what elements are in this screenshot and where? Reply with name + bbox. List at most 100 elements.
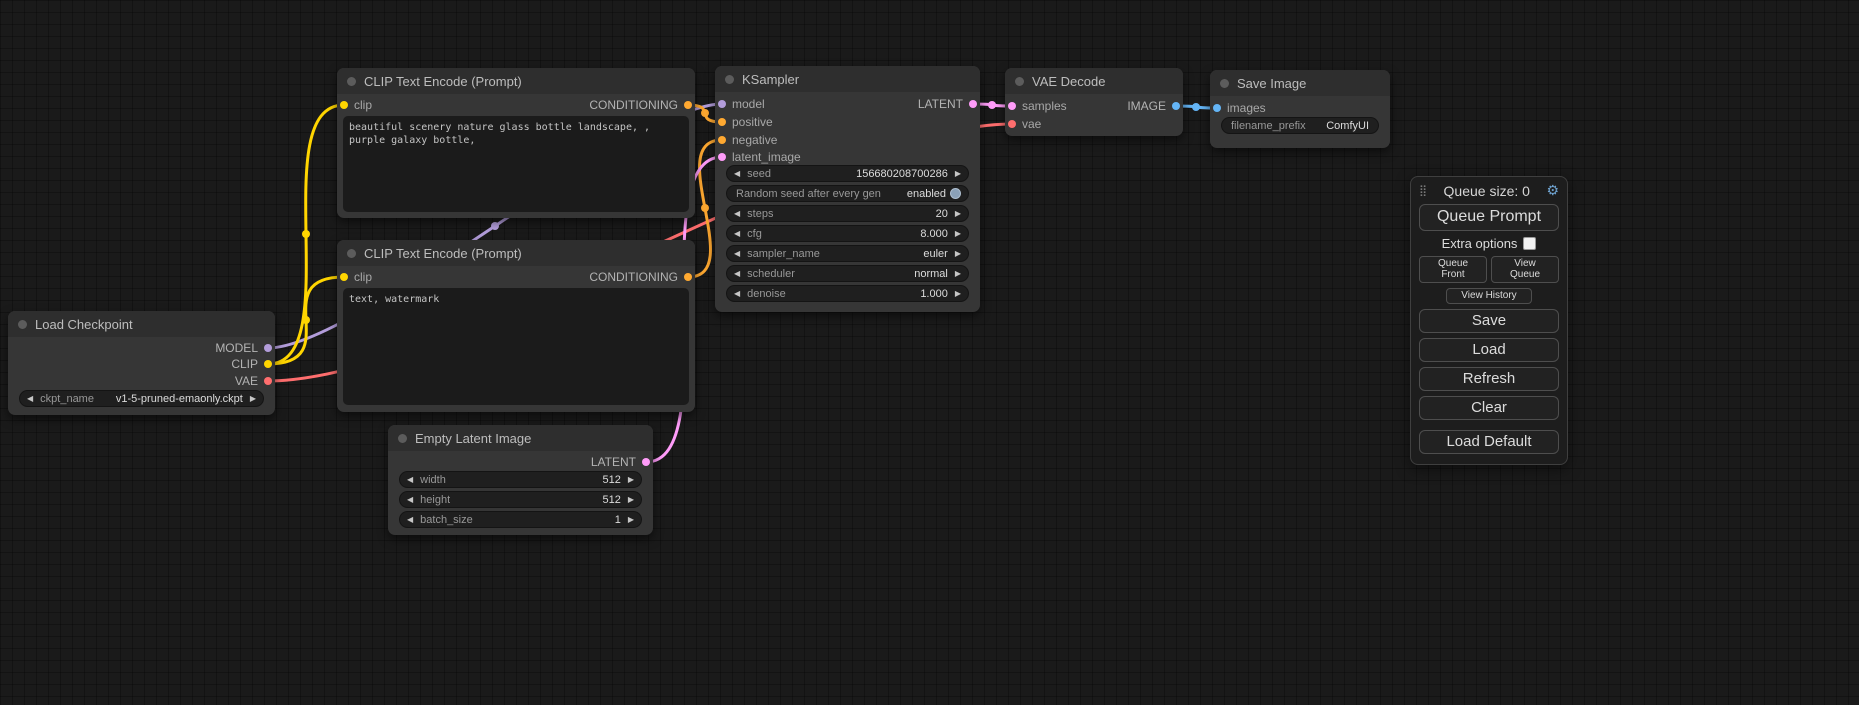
- node-save-image[interactable]: Save Image images filename_prefix ComfyU…: [1210, 70, 1390, 148]
- node-vae-decode[interactable]: VAE Decode samples IMAGE vae: [1005, 68, 1183, 136]
- view-history-button[interactable]: View History: [1446, 288, 1531, 304]
- widget-steps[interactable]: ◀ steps 20 ▶: [726, 205, 969, 222]
- view-queue-button[interactable]: View Queue: [1491, 256, 1559, 283]
- decrement-icon[interactable]: ◀: [734, 290, 740, 298]
- collapse-dot[interactable]: [1220, 79, 1229, 88]
- widget-height[interactable]: ◀ height 512 ▶: [399, 491, 642, 508]
- node-title: KSampler: [742, 72, 799, 87]
- node-title-bar[interactable]: KSampler: [715, 66, 980, 92]
- widget-scheduler[interactable]: ◀ scheduler normal ▶: [726, 265, 969, 282]
- widget-seed[interactable]: ◀ seed 156680208700286 ▶: [726, 165, 969, 182]
- node-load-checkpoint[interactable]: Load Checkpoint MODEL CLIP VAE ◀ ckpt_na…: [8, 311, 275, 415]
- increment-icon[interactable]: ▶: [628, 516, 634, 524]
- prompt-textarea[interactable]: text, watermark: [343, 288, 689, 405]
- increment-icon[interactable]: ▶: [955, 170, 961, 178]
- node-title-bar[interactable]: CLIP Text Encode (Prompt): [337, 240, 695, 266]
- output-dot-latent[interactable]: [969, 100, 977, 108]
- widget-name: sampler_name: [747, 248, 820, 260]
- node-empty-latent-image[interactable]: Empty Latent Image LATENT ◀ width 512 ▶ …: [388, 425, 653, 535]
- decrement-icon[interactable]: ◀: [734, 250, 740, 258]
- decrement-icon[interactable]: ◀: [407, 496, 413, 504]
- output-label-vae: VAE: [235, 374, 258, 388]
- load-default-button[interactable]: Load Default: [1419, 430, 1559, 454]
- output-dot-latent[interactable]: [642, 458, 650, 466]
- widget-value: 512: [602, 494, 620, 506]
- graph-canvas[interactable]: Load Checkpoint MODEL CLIP VAE ◀ ckpt_na…: [0, 0, 1859, 705]
- widget-name: batch_size: [420, 514, 473, 526]
- collapse-dot[interactable]: [1015, 77, 1024, 86]
- increment-icon[interactable]: ▶: [628, 476, 634, 484]
- widget-ckpt-name[interactable]: ◀ ckpt_name v1-5-pruned-emaonly.ckpt ▶: [19, 390, 264, 407]
- increment-icon[interactable]: ▶: [250, 395, 256, 403]
- node-title-bar[interactable]: Empty Latent Image: [388, 425, 653, 451]
- decrement-icon[interactable]: ◀: [27, 395, 33, 403]
- refresh-button[interactable]: Refresh: [1419, 367, 1559, 391]
- queue-front-button[interactable]: Queue Front: [1419, 256, 1487, 283]
- output-dot-conditioning[interactable]: [684, 101, 692, 109]
- widget-value: enabled: [907, 188, 946, 200]
- extra-options-checkbox[interactable]: [1523, 237, 1536, 250]
- collapse-dot[interactable]: [347, 249, 356, 258]
- increment-icon[interactable]: ▶: [955, 270, 961, 278]
- input-dot-vae[interactable]: [1008, 120, 1016, 128]
- increment-icon[interactable]: ▶: [955, 230, 961, 238]
- prompt-textarea[interactable]: beautiful scenery nature glass bottle la…: [343, 116, 689, 212]
- extra-options-label: Extra options: [1442, 236, 1518, 251]
- increment-icon[interactable]: ▶: [955, 210, 961, 218]
- node-ksampler[interactable]: KSampler model LATENT positive negative …: [715, 66, 980, 312]
- node-title-bar[interactable]: Save Image: [1210, 70, 1390, 96]
- output-dot-conditioning[interactable]: [684, 273, 692, 281]
- node-clip-text-encode-positive[interactable]: CLIP Text Encode (Prompt) clip CONDITION…: [337, 68, 695, 218]
- increment-icon[interactable]: ▶: [955, 290, 961, 298]
- toggle-dot[interactable]: [950, 188, 961, 199]
- decrement-icon[interactable]: ◀: [734, 230, 740, 238]
- input-dot-positive[interactable]: [718, 118, 726, 126]
- link-midpoint-dot: [1192, 103, 1200, 111]
- input-dot-latent-image[interactable]: [718, 153, 726, 161]
- widget-width[interactable]: ◀ width 512 ▶: [399, 471, 642, 488]
- node-title: CLIP Text Encode (Prompt): [364, 74, 522, 89]
- output-label-clip: CLIP: [231, 357, 258, 371]
- increment-icon[interactable]: ▶: [628, 496, 634, 504]
- widget-name: ckpt_name: [40, 393, 94, 405]
- node-title-bar[interactable]: Load Checkpoint: [8, 311, 275, 337]
- collapse-dot[interactable]: [398, 434, 407, 443]
- node-title-bar[interactable]: CLIP Text Encode (Prompt): [337, 68, 695, 94]
- increment-icon[interactable]: ▶: [955, 250, 961, 258]
- drag-handle-icon[interactable]: ⣿: [1419, 184, 1427, 197]
- decrement-icon[interactable]: ◀: [407, 476, 413, 484]
- widget-name: steps: [747, 208, 773, 220]
- widget-value: 1: [615, 514, 621, 526]
- queue-size-label: Queue size: 0: [1427, 183, 1546, 199]
- collapse-dot[interactable]: [725, 75, 734, 84]
- node-title-bar[interactable]: VAE Decode: [1005, 68, 1183, 94]
- widget-value: euler: [923, 248, 947, 260]
- widget-name: Random seed after every gen: [736, 188, 881, 200]
- output-dot-image[interactable]: [1172, 102, 1180, 110]
- save-button[interactable]: Save: [1419, 309, 1559, 333]
- widget-sampler-name[interactable]: ◀ sampler_name euler ▶: [726, 245, 969, 262]
- node-title: CLIP Text Encode (Prompt): [364, 246, 522, 261]
- widget-filename-prefix[interactable]: filename_prefix ComfyUI: [1221, 117, 1379, 134]
- output-dot-model[interactable]: [264, 344, 272, 352]
- widget-value: 1.000: [920, 288, 948, 300]
- input-dot-negative[interactable]: [718, 136, 726, 144]
- decrement-icon[interactable]: ◀: [734, 210, 740, 218]
- decrement-icon[interactable]: ◀: [407, 516, 413, 524]
- widget-batch-size[interactable]: ◀ batch_size 1 ▶: [399, 511, 642, 528]
- load-button[interactable]: Load: [1419, 338, 1559, 362]
- output-dot-clip[interactable]: [264, 360, 272, 368]
- widget-denoise[interactable]: ◀ denoise 1.000 ▶: [726, 285, 969, 302]
- node-clip-text-encode-negative[interactable]: CLIP Text Encode (Prompt) clip CONDITION…: [337, 240, 695, 412]
- input-dot-images[interactable]: [1213, 104, 1221, 112]
- output-dot-vae[interactable]: [264, 377, 272, 385]
- decrement-icon[interactable]: ◀: [734, 270, 740, 278]
- queue-prompt-button[interactable]: Queue Prompt: [1419, 204, 1559, 231]
- widget-cfg[interactable]: ◀ cfg 8.000 ▶: [726, 225, 969, 242]
- collapse-dot[interactable]: [18, 320, 27, 329]
- collapse-dot[interactable]: [347, 77, 356, 86]
- widget-random-seed[interactable]: Random seed after every gen enabled: [726, 185, 969, 202]
- clear-button[interactable]: Clear: [1419, 396, 1559, 420]
- decrement-icon[interactable]: ◀: [734, 170, 740, 178]
- settings-gear-icon[interactable]: ⚙: [1546, 182, 1559, 199]
